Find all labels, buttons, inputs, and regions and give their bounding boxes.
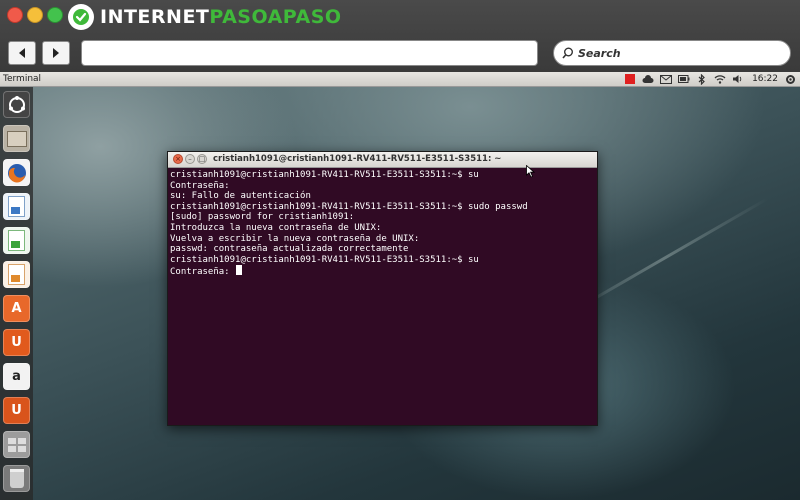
- terminal-maximize-button[interactable]: □: [197, 154, 207, 164]
- maximize-icon: □: [198, 154, 206, 163]
- terminal-line: Contraseña:: [170, 180, 230, 191]
- brand-text-pasoapaso: PASOAPASO: [209, 6, 342, 28]
- active-app-title[interactable]: Terminal: [3, 72, 41, 86]
- impress-icon[interactable]: [3, 261, 30, 288]
- terminal-prompt-line[interactable]: Contraseña:: [170, 265, 594, 278]
- red-status-icon[interactable]: [624, 74, 636, 84]
- calc-icon[interactable]: [3, 227, 30, 254]
- arrow-left-icon: [19, 48, 25, 58]
- files-icon[interactable]: [3, 125, 30, 152]
- dash-icon[interactable]: [3, 91, 30, 118]
- arrow-right-icon: [53, 48, 59, 58]
- minimize-window-button[interactable]: [27, 7, 43, 23]
- forward-button[interactable]: [42, 41, 70, 65]
- terminal-output[interactable]: cristianh1091@cristianh1091-RV411-RV511-…: [170, 170, 594, 278]
- ubuntu-one-music-icon[interactable]: U: [3, 397, 30, 424]
- terminal-line: cristianh1091@cristianh1091-RV411-RV511-…: [170, 201, 528, 212]
- terminal-line: cristianh1091@cristianh1091-RV411-RV511-…: [170, 254, 479, 265]
- settings-icon[interactable]: [784, 74, 796, 84]
- terminal-minimize-button[interactable]: –: [185, 154, 195, 164]
- browser-titlebar: INTERNET PASOAPASO: [0, 0, 800, 34]
- close-icon: ×: [175, 154, 181, 163]
- battery-icon[interactable]: [678, 74, 690, 84]
- search-placeholder: Search: [578, 46, 621, 60]
- terminal-title: cristianh1091@cristianh1091-RV411-RV511-…: [213, 154, 502, 164]
- browser-navbar: Search: [0, 36, 800, 70]
- search-icon: [562, 47, 573, 59]
- terminal-line: passwd: contraseña actualizada correctam…: [170, 244, 409, 255]
- brand-text-internet: INTERNET: [100, 6, 210, 28]
- writer-icon[interactable]: [3, 193, 30, 220]
- mouse-pointer-icon: [526, 165, 535, 178]
- software-center-icon[interactable]: A: [3, 295, 30, 322]
- terminal-close-button[interactable]: ×: [173, 154, 183, 164]
- ubuntu-one-icon[interactable]: U: [3, 329, 30, 356]
- terminal-line: [sudo] password for cristianh1091:: [170, 212, 355, 223]
- amazon-icon[interactable]: a: [3, 363, 30, 390]
- terminal-line: Vuelva a escribir la nueva contraseña de…: [170, 233, 420, 244]
- workspaces-icon[interactable]: [3, 431, 30, 458]
- terminal-line: su: Fallo de autenticación: [170, 191, 311, 202]
- launcher: A U a U: [0, 87, 33, 500]
- minimize-icon: –: [188, 154, 192, 163]
- password-prompt: Contraseña:: [170, 267, 236, 278]
- bluetooth-icon[interactable]: [696, 73, 708, 85]
- cloud-icon[interactable]: [642, 74, 654, 84]
- back-button[interactable]: [8, 41, 36, 65]
- brand-logo: INTERNET PASOAPASO: [68, 3, 342, 31]
- system-tray: 16:22: [624, 72, 796, 86]
- close-window-button[interactable]: [7, 7, 23, 23]
- maximize-window-button[interactable]: [47, 7, 63, 23]
- text-cursor: [236, 265, 243, 276]
- brand-mark-icon: [68, 4, 94, 30]
- volume-icon[interactable]: [732, 74, 744, 84]
- top-panel: Terminal 16:22: [0, 72, 800, 87]
- search-field[interactable]: Search: [553, 40, 791, 66]
- terminal-window[interactable]: × – □ cristianh1091@cristianh1091-RV411-…: [167, 151, 598, 426]
- trash-icon[interactable]: [3, 465, 30, 492]
- address-bar[interactable]: [81, 40, 538, 66]
- wifi-icon[interactable]: [714, 74, 726, 84]
- clock[interactable]: 16:22: [752, 74, 778, 84]
- browser-chrome: INTERNET PASOAPASO Search: [0, 0, 800, 72]
- terminal-line: Introduzca la nueva contraseña de UNIX:: [170, 222, 382, 233]
- mail-icon[interactable]: [660, 74, 673, 84]
- firefox-icon[interactable]: [3, 159, 30, 186]
